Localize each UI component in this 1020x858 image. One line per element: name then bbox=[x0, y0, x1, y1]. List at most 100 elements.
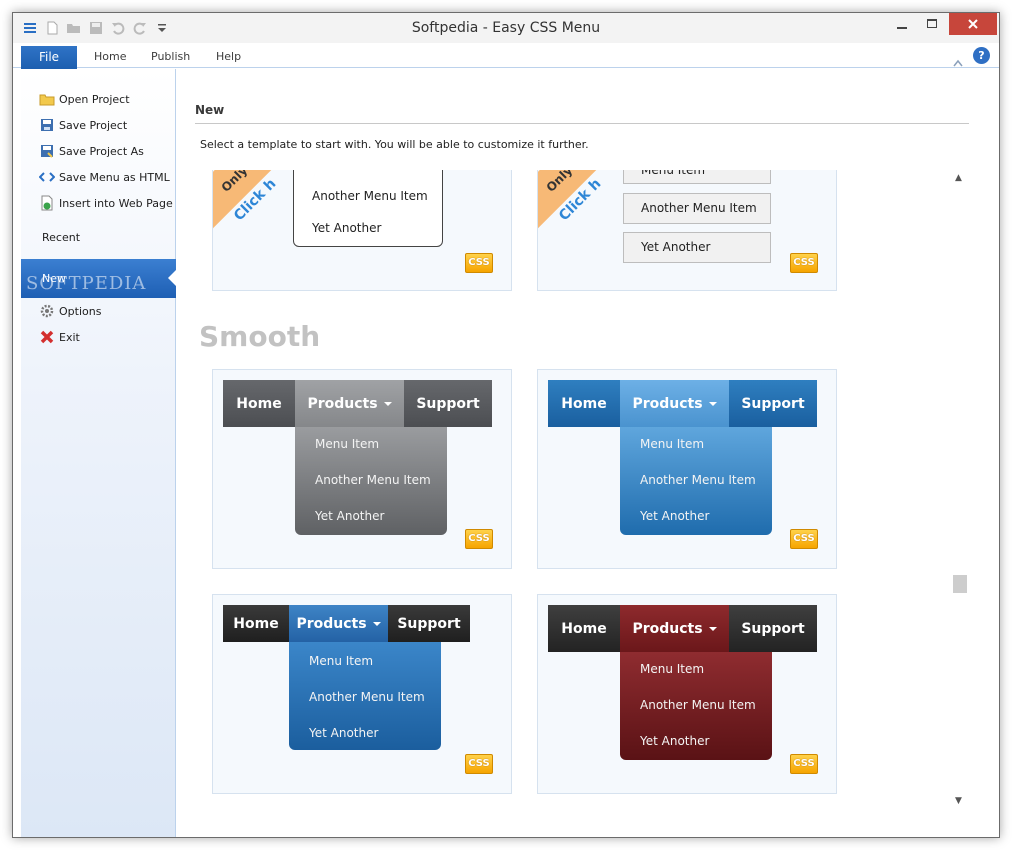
scroll-down-icon[interactable]: ▼ bbox=[955, 796, 962, 806]
template-card[interactable]: Only Click h Menu Item Another Menu Item… bbox=[537, 170, 837, 291]
nav-home: Home bbox=[548, 605, 620, 652]
menu-item-text: Yet Another bbox=[312, 221, 382, 235]
submenu-item: Menu Item bbox=[640, 437, 705, 451]
open-project-item[interactable]: Open Project bbox=[39, 89, 130, 109]
section-title: Smooth bbox=[199, 320, 321, 353]
chevron-down-icon bbox=[383, 401, 392, 406]
submenu-item: Menu Item bbox=[309, 654, 374, 668]
floppy-disk-as-icon bbox=[39, 143, 55, 159]
submenu-item: Yet Another bbox=[309, 726, 379, 740]
template-card[interactable]: Home Products Support Menu Item Another … bbox=[212, 369, 512, 569]
exit-label: Exit bbox=[59, 330, 80, 344]
tab-publish[interactable]: Publish bbox=[151, 50, 190, 63]
submenu-item: Another Menu Item bbox=[640, 698, 756, 712]
submenu-item: Another Menu Item bbox=[315, 473, 431, 487]
save-menu-html-item[interactable]: Save Menu as HTML bbox=[39, 167, 170, 187]
menu-button-preview: Another Menu Item bbox=[623, 193, 771, 224]
nav-products-label: Products bbox=[307, 395, 378, 412]
folder-open-icon bbox=[39, 91, 55, 107]
nav-bar-preview: Home Products Support bbox=[223, 605, 470, 642]
submenu-preview: Menu Item Another Menu Item Yet Another bbox=[620, 427, 772, 535]
page-title: New bbox=[195, 103, 225, 117]
chevron-down-icon bbox=[372, 621, 381, 626]
new-template-pane: New Select a template to start with. You… bbox=[176, 69, 999, 837]
tab-help[interactable]: Help bbox=[216, 50, 241, 63]
minimize-button[interactable] bbox=[890, 13, 914, 35]
template-gallery[interactable]: Only Click h Another Menu Item Yet Anoth… bbox=[195, 170, 969, 812]
nav-bar-preview: Home Products Support bbox=[548, 605, 817, 652]
nav-bar-preview: Home Products Support bbox=[548, 380, 817, 427]
submenu-preview: Menu Item Another Menu Item Yet Another bbox=[289, 642, 441, 750]
exit-item[interactable]: Exit bbox=[39, 327, 80, 347]
submenu-item: Yet Another bbox=[640, 509, 710, 523]
window-title: Softpedia - Easy CSS Menu bbox=[411, 20, 601, 36]
web-page-insert-icon bbox=[39, 195, 55, 211]
help-icon[interactable]: ? bbox=[973, 47, 990, 64]
template-card[interactable]: Home Products Support Menu Item Another … bbox=[212, 594, 512, 794]
template-card[interactable]: Home Products Support Menu Item Another … bbox=[537, 594, 837, 794]
minimize-icon bbox=[897, 27, 907, 29]
template-card[interactable]: Home Products Support Menu Item Another … bbox=[537, 369, 837, 569]
chevron-down-icon bbox=[708, 626, 717, 631]
html-code-icon bbox=[39, 169, 55, 185]
menu-button-preview: Yet Another bbox=[623, 232, 771, 263]
insert-web-page-label: Insert into Web Page bbox=[59, 196, 173, 210]
title-bar: Softpedia - Easy CSS Menu bbox=[13, 13, 999, 43]
instruction-text: Select a template to start with. You wil… bbox=[200, 138, 589, 151]
nav-products: Products bbox=[289, 605, 388, 642]
backstage-nav: Open Project Save Project Save Project A… bbox=[21, 69, 176, 837]
submenu-item: Another Menu Item bbox=[309, 690, 425, 704]
recent-item[interactable]: Recent bbox=[42, 231, 80, 244]
nav-home: Home bbox=[223, 380, 295, 427]
submenu-preview: Menu Item Another Menu Item Yet Another bbox=[620, 652, 772, 760]
css-badge: CSS bbox=[465, 529, 493, 549]
menu-button-preview: Menu Item bbox=[623, 170, 771, 184]
red-x-icon bbox=[39, 329, 55, 345]
softpedia-watermark: SOFTPEDIA bbox=[26, 273, 147, 294]
maximize-button[interactable] bbox=[920, 13, 944, 35]
nav-support: Support bbox=[729, 380, 817, 427]
css-badge: CSS bbox=[790, 754, 818, 774]
nav-home: Home bbox=[548, 380, 620, 427]
css-badge: CSS bbox=[465, 754, 493, 774]
heading-divider bbox=[195, 123, 969, 124]
promo-ribbon: Only Click h bbox=[538, 170, 628, 272]
options-item[interactable]: Options bbox=[39, 301, 101, 321]
submenu-item: Another Menu Item bbox=[640, 473, 756, 487]
gear-icon bbox=[39, 303, 55, 319]
tab-home[interactable]: Home bbox=[94, 50, 126, 63]
nav-products: Products bbox=[620, 605, 729, 652]
close-icon bbox=[968, 19, 978, 29]
nav-support: Support bbox=[729, 605, 817, 652]
dropdown-preview: Another Menu Item Yet Another bbox=[293, 170, 443, 247]
submenu-item: Menu Item bbox=[315, 437, 380, 451]
save-project-label: Save Project bbox=[59, 118, 128, 132]
selection-pointer bbox=[168, 270, 176, 286]
nav-products: Products bbox=[295, 380, 404, 427]
insert-web-page-item[interactable]: Insert into Web Page bbox=[39, 193, 173, 213]
save-project-as-label: Save Project As bbox=[59, 144, 144, 158]
submenu-preview: Menu Item Another Menu Item Yet Another bbox=[295, 427, 447, 535]
open-project-label: Open Project bbox=[59, 92, 130, 106]
nav-products-label: Products bbox=[632, 395, 703, 412]
save-project-as-item[interactable]: Save Project As bbox=[39, 141, 144, 161]
nav-products-label: Products bbox=[632, 620, 703, 637]
css-badge: CSS bbox=[465, 253, 493, 273]
app-window: Softpedia - Easy CSS Menu File Home Publ… bbox=[12, 12, 1000, 838]
template-card[interactable]: Only Click h Another Menu Item Yet Anoth… bbox=[212, 170, 512, 291]
nav-bar-preview: Home Products Support bbox=[223, 380, 492, 427]
nav-support: Support bbox=[404, 380, 492, 427]
scrollbar-thumb[interactable] bbox=[953, 575, 967, 593]
maximize-icon bbox=[927, 19, 937, 28]
submenu-item: Yet Another bbox=[640, 734, 710, 748]
nav-support: Support bbox=[388, 605, 470, 642]
tab-file[interactable]: File bbox=[21, 46, 77, 69]
scroll-up-icon[interactable]: ▲ bbox=[955, 173, 962, 183]
save-project-item[interactable]: Save Project bbox=[39, 115, 127, 135]
nav-products-label: Products bbox=[296, 615, 367, 632]
css-badge: CSS bbox=[790, 529, 818, 549]
save-menu-html-label: Save Menu as HTML bbox=[59, 170, 170, 184]
nav-products: Products bbox=[620, 380, 729, 427]
css-badge: CSS bbox=[790, 253, 818, 273]
close-button[interactable] bbox=[949, 13, 997, 35]
